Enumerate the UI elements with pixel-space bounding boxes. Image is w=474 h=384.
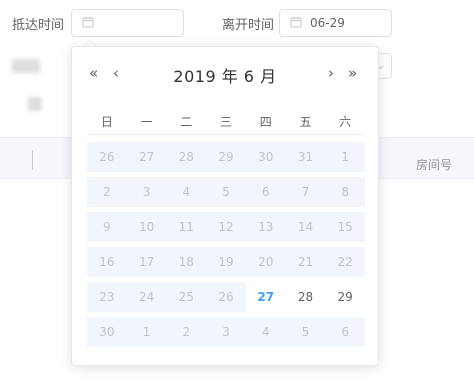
date-cell-disabled: 19	[206, 247, 246, 277]
date-cell-disabled: 6	[245, 177, 286, 207]
date-cell-disabled: 9	[87, 212, 127, 242]
date-cell-disabled: 20	[245, 247, 286, 277]
departure-date-value: 06-29	[310, 16, 345, 30]
next-year-button[interactable]: »	[348, 65, 357, 81]
weekday-header: 日 一 二 三 四 五 六	[87, 113, 365, 130]
date-cell-disabled: 22	[325, 247, 366, 277]
calendar-week-row: 16 17 18 19 20 21 22	[87, 247, 366, 277]
date-cell-disabled: 28	[166, 142, 207, 172]
date-cell[interactable]: 29	[325, 282, 366, 312]
date-cell-disabled: 26	[87, 142, 127, 172]
arrival-date-input[interactable]	[71, 9, 184, 37]
date-cell-disabled: 4	[245, 317, 286, 347]
date-cell-disabled: 7	[285, 177, 326, 207]
date-cell-disabled: 8	[325, 177, 366, 207]
date-cell-disabled: 1	[325, 142, 366, 172]
weekday-label: 一	[140, 115, 153, 129]
date-cell-disabled: 6	[325, 317, 366, 347]
date-cell-disabled: 26	[206, 282, 246, 312]
date-grid: 26 27 28 29 30 31 1 2 3 4 5 6 7 8 9 10 11 12 13 14 15 16 17 18 1…	[87, 142, 366, 352]
weekday-label: 五	[299, 115, 312, 129]
date-cell-disabled: 30	[245, 142, 286, 172]
calendar-week-row: 2345678	[87, 177, 366, 207]
column-divider	[32, 150, 33, 170]
redacted-label	[28, 97, 42, 111]
date-cell-disabled: 23	[87, 282, 127, 312]
date-cell-disabled: 17	[126, 247, 167, 277]
date-cell-disabled: 3	[126, 177, 167, 207]
weekday-label: 三	[220, 115, 233, 129]
weekday-label: 四	[259, 115, 272, 129]
date-cell-disabled: 5	[285, 317, 326, 347]
date-cell-disabled: 4	[166, 177, 207, 207]
date-cell-disabled: 2	[166, 317, 207, 347]
date-cell-disabled: 3	[206, 317, 246, 347]
date-cell-disabled: 24	[126, 282, 167, 312]
arrival-time-label: 抵达时间	[12, 18, 65, 33]
date-cell-disabled: 1	[126, 317, 167, 347]
date-cell-disabled: 29	[206, 142, 246, 172]
departure-date-input[interactable]: 06-29	[279, 9, 392, 37]
date-cell-disabled: 11	[166, 212, 207, 242]
calendar-week-row: 9 10 11 12 13 14 15	[87, 212, 366, 242]
calendar-week-row: 30 1 2 3 4 5 6	[87, 317, 366, 347]
weekday-label: 日	[100, 115, 113, 129]
departure-time-label: 离开时间	[222, 18, 275, 33]
weekday-divider	[87, 134, 365, 135]
date-cell-disabled: 12	[206, 212, 246, 242]
date-cell-disabled: 27	[126, 142, 167, 172]
date-cell-disabled: 15	[325, 212, 366, 242]
date-cell-today[interactable]: 27	[245, 282, 286, 312]
date-cell-disabled: 31	[285, 142, 326, 172]
date-cell-disabled: 2	[87, 177, 127, 207]
date-cell[interactable]: 28	[285, 282, 326, 312]
calendar-week-row: 26 27 28 29 30 31 1	[87, 142, 366, 172]
date-cell-disabled: 13	[245, 212, 286, 242]
calendar-week-row: 23 24 25 26 27 28 29	[87, 282, 366, 312]
next-month-button[interactable]: ›	[328, 65, 334, 81]
date-cell-disabled: 14	[285, 212, 326, 242]
weekday-label: 二	[180, 115, 193, 129]
date-cell-disabled: 18	[166, 247, 207, 277]
date-cell-disabled: 30	[87, 317, 127, 347]
date-cell-disabled: 10	[126, 212, 167, 242]
date-cell-disabled: 21	[285, 247, 326, 277]
date-cell-disabled: 16	[87, 247, 127, 277]
column-header-room: 房间号	[415, 158, 452, 172]
date-picker-popup: « ‹ 2019 年 6 月 › » 日 一 二 三 四 五 六 26 27 28 2…	[71, 46, 379, 366]
calendar-icon	[290, 16, 304, 30]
date-cell-disabled: 5	[206, 177, 246, 207]
calendar-icon	[82, 16, 96, 30]
date-cell-disabled: 25	[166, 282, 207, 312]
redacted-label	[12, 59, 40, 73]
weekday-label: 六	[339, 115, 352, 129]
